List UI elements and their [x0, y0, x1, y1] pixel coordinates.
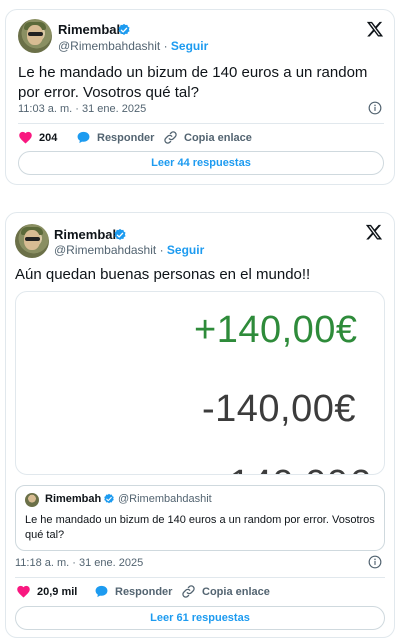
reply-button[interactable]: Responder	[94, 584, 172, 599]
amount-sent: -140,00€	[202, 388, 357, 430]
tweet-card-1: Rimembah @Rimembahdashit · Seguir Le he …	[5, 9, 395, 185]
avatar	[25, 493, 39, 507]
copy-link-label: Copia enlace	[184, 131, 252, 144]
timestamp[interactable]: 11:18 a. m. · 31 ene. 2025	[15, 557, 143, 569]
like-button[interactable]: 20,9 mil	[16, 584, 77, 599]
like-button[interactable]: 204	[18, 130, 57, 145]
quoted-tweet-text: Le he mandado un bizum de 140 euros a un…	[25, 514, 375, 541]
x-logo-icon[interactable]	[366, 20, 384, 38]
like-count: 204	[39, 131, 58, 144]
copy-link-button[interactable]: Copia enlace	[163, 130, 252, 145]
speech-bubble-icon	[77, 131, 90, 144]
copy-link-button[interactable]: Copia enlace	[181, 584, 270, 599]
divider	[18, 123, 384, 124]
amount-received: +140,00€	[194, 309, 358, 351]
tweet-text: Aún quedan buenas personas en el mundo!!	[15, 266, 311, 283]
quoted-author-name: Rimembah	[45, 493, 102, 505]
quoted-author-handle: @Rimembahdashit	[118, 493, 212, 505]
avatar[interactable]	[18, 19, 52, 53]
link-icon	[164, 131, 177, 144]
author-handle[interactable]: @Rimembahdashit	[58, 39, 160, 53]
reply-button[interactable]: Responder	[76, 130, 154, 145]
author-handle[interactable]: @Rimembahdashit	[54, 243, 156, 257]
amount-cut-off: -140,00€	[216, 462, 370, 474]
speech-bubble-icon	[95, 585, 108, 598]
info-icon[interactable]	[368, 555, 382, 569]
verified-badge-icon	[114, 228, 126, 240]
read-replies-button[interactable]: Leer 61 respuestas	[15, 606, 385, 630]
author-name[interactable]: Rimembah	[54, 227, 120, 242]
copy-link-label: Copia enlace	[202, 585, 270, 598]
reply-label: Responder	[115, 585, 173, 598]
amount-fragment: )	[16, 312, 18, 356]
like-count: 20,9 mil	[37, 585, 78, 598]
verified-badge-icon	[118, 23, 130, 35]
author-name[interactable]: Rimembah	[58, 22, 124, 37]
info-icon[interactable]	[368, 101, 382, 115]
link-icon	[182, 585, 195, 598]
follow-button[interactable]: Seguir	[171, 39, 208, 53]
heart-icon	[19, 131, 32, 144]
divider	[15, 577, 385, 578]
separator: ·	[159, 243, 164, 257]
reply-label: Responder	[97, 131, 155, 144]
tweet-text: Le he mandado un bizum de 140 euros a un…	[18, 64, 368, 101]
avatar[interactable]	[15, 224, 49, 258]
x-logo-icon[interactable]	[365, 223, 383, 241]
follow-button[interactable]: Seguir	[167, 243, 204, 257]
read-replies-button[interactable]: Leer 44 respuestas	[18, 151, 384, 175]
heart-icon	[17, 585, 30, 598]
timestamp[interactable]: 11:03 a. m. · 31 ene. 2025	[18, 103, 146, 115]
verified-badge-icon	[104, 493, 114, 504]
tweet-card-2: Rimembah @Rimembahdashit · Seguir Aún qu…	[5, 212, 395, 638]
quoted-tweet[interactable]: Rimembah @Rimembahdashit Le he mandado u…	[15, 485, 385, 551]
tweet-image[interactable]: ) +140,00€ -140,00€ -140,00€	[15, 291, 385, 475]
separator: ·	[163, 39, 168, 53]
